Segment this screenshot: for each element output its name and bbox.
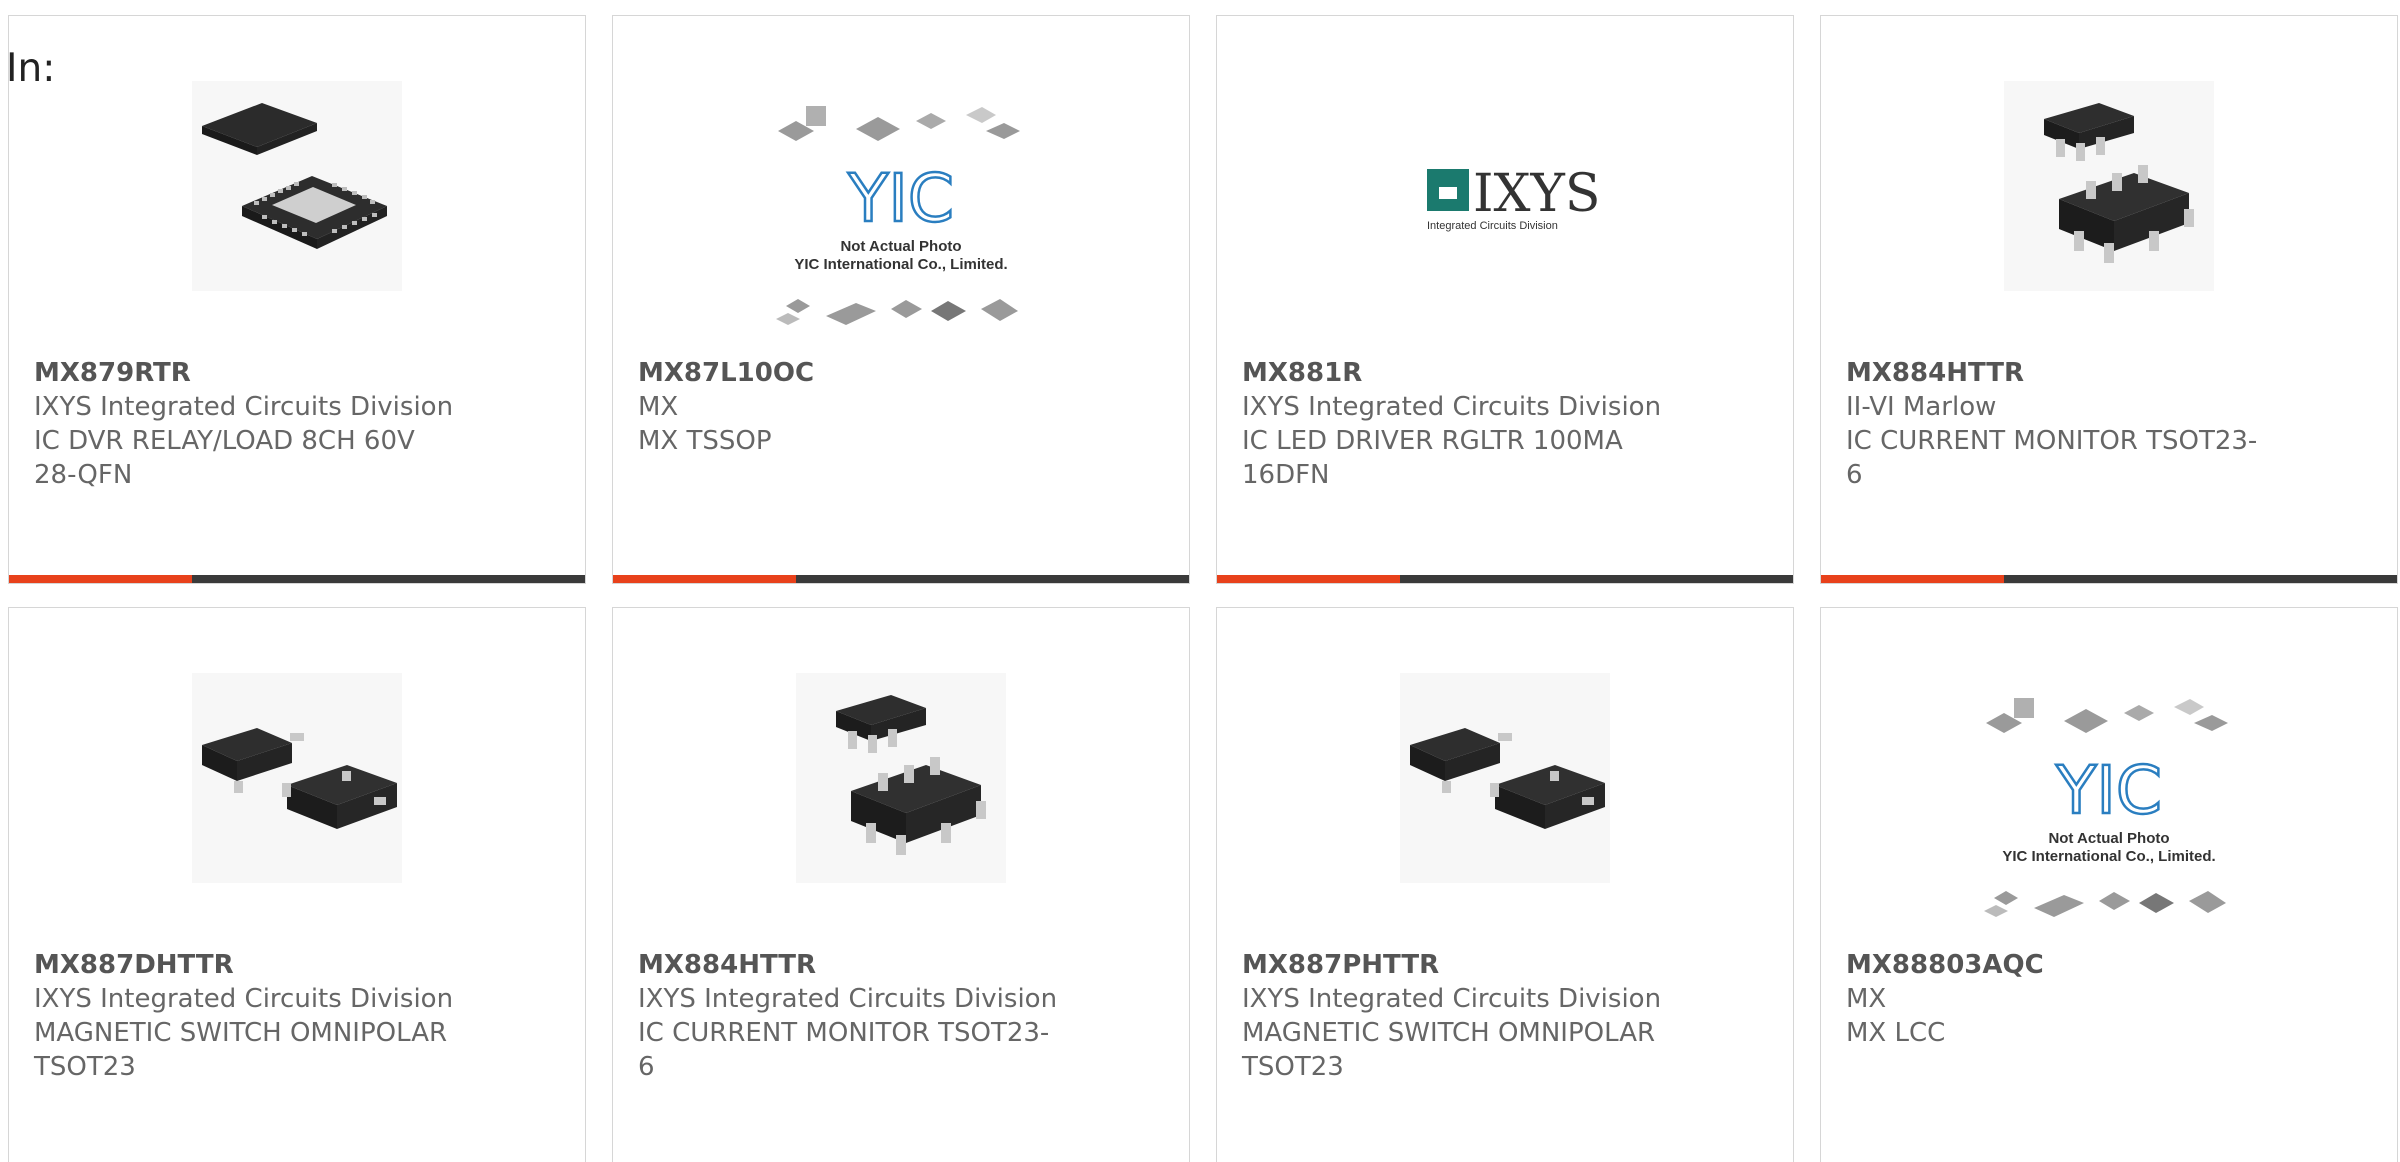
part-number[interactable]: MX887DHTTR bbox=[34, 948, 454, 982]
part-number[interactable]: MX881R bbox=[1242, 356, 1662, 390]
qfn-chip-icon bbox=[192, 81, 402, 291]
product-image[interactable] bbox=[2004, 81, 2214, 291]
manufacturer: IXYS Integrated Circuits Division bbox=[1242, 392, 1662, 422]
product-card[interactable]: YIC Not Actual Photo YIC International C… bbox=[1820, 607, 2398, 1162]
product-card[interactable]: YIC Not Actual Photo YIC International C… bbox=[612, 15, 1190, 584]
page: In: MX879RTR IXYS Integrated Circuits Di… bbox=[0, 0, 2400, 1162]
product-card[interactable]: MX887PHTTR IXYS Integrated Circuits Divi… bbox=[1216, 607, 1794, 1162]
product-image[interactable] bbox=[192, 673, 402, 883]
tsot23-6-chip-icon bbox=[2004, 81, 2214, 291]
part-number[interactable]: MX87L10OC bbox=[638, 356, 1058, 390]
description: MX LCC bbox=[1846, 1018, 1946, 1048]
manufacturer: MX bbox=[638, 392, 679, 422]
description: IC CURRENT MONITOR TSOT23-6 bbox=[1846, 426, 2258, 490]
manufacturer: IXYS Integrated Circuits Division bbox=[1242, 984, 1662, 1014]
product-image[interactable] bbox=[192, 81, 402, 291]
card-bottom-bar bbox=[1217, 575, 1793, 583]
product-info: MX881R IXYS Integrated Circuits Division… bbox=[1242, 356, 1662, 492]
product-card[interactable]: MX879RTR IXYS Integrated Circuits Divisi… bbox=[8, 15, 586, 584]
product-info: MX887DHTTR IXYS Integrated Circuits Divi… bbox=[34, 948, 454, 1084]
product-image[interactable] bbox=[796, 673, 1006, 883]
yic-logo-text: YIC bbox=[2055, 752, 2162, 829]
product-info: MX87L10OC MX MX TSSOP bbox=[638, 356, 1058, 458]
tsot23-6-chip-icon bbox=[796, 673, 1006, 883]
card-accent-bar bbox=[1217, 575, 1400, 583]
ixys-logo: IXYS Integrated Circuits Division bbox=[1427, 164, 1601, 232]
product-card[interactable]: MX884HTTR IXYS Integrated Circuits Divis… bbox=[612, 607, 1190, 1162]
part-number[interactable]: MX884HTTR bbox=[638, 948, 1058, 982]
manufacturer: IXYS Integrated Circuits Division bbox=[34, 984, 454, 1014]
card-bottom-bar bbox=[613, 575, 1189, 583]
part-number[interactable]: MX88803AQC bbox=[1846, 948, 2266, 982]
yic-placeholder-icon: YIC Not Actual Photo YIC International C… bbox=[776, 106, 1020, 325]
placeholder-line1: Not Actual Photo bbox=[2048, 830, 2169, 847]
product-image[interactable]: YIC Not Actual Photo YIC International C… bbox=[766, 101, 1036, 351]
tsot23-chip-icon bbox=[192, 673, 402, 883]
part-number[interactable]: MX879RTR bbox=[34, 356, 454, 390]
manufacturer: IXYS Integrated Circuits Division bbox=[34, 392, 454, 422]
product-info: MX884HTTR IXYS Integrated Circuits Divis… bbox=[638, 948, 1058, 1084]
card-accent-bar bbox=[9, 575, 192, 583]
card-accent-bar bbox=[1821, 575, 2004, 583]
description: MAGNETIC SWITCH OMNIPOLAR TSOT23 bbox=[34, 1018, 448, 1082]
description: IC DVR RELAY/LOAD 8CH 60V 28-QFN bbox=[34, 426, 415, 490]
placeholder-line2: YIC International Co., Limited. bbox=[794, 256, 1007, 273]
product-info: MX884HTTR II-VI Marlow IC CURRENT MONITO… bbox=[1846, 356, 2266, 492]
ixys-subtitle: Integrated Circuits Division bbox=[1427, 220, 1558, 232]
product-grid: MX879RTR IXYS Integrated Circuits Divisi… bbox=[8, 15, 2398, 1162]
product-image[interactable] bbox=[1400, 673, 1610, 883]
manufacturer: II-VI Marlow bbox=[1846, 392, 1997, 422]
product-info: MX88803AQC MX MX LCC bbox=[1846, 948, 2266, 1050]
ixys-wordmark: IXYS bbox=[1473, 164, 1601, 224]
manufacturer: IXYS Integrated Circuits Division bbox=[638, 984, 1058, 1014]
placeholder-line1: Not Actual Photo bbox=[840, 238, 961, 255]
card-bottom-bar bbox=[9, 575, 585, 583]
description: IC LED DRIVER RGLTR 100MA 16DFN bbox=[1242, 426, 1623, 490]
product-card[interactable]: MX887DHTTR IXYS Integrated Circuits Divi… bbox=[8, 607, 586, 1162]
tsot23-chip-icon bbox=[1400, 673, 1610, 883]
placeholder-line2: YIC International Co., Limited. bbox=[2002, 848, 2215, 865]
product-info: MX887PHTTR IXYS Integrated Circuits Divi… bbox=[1242, 948, 1662, 1084]
description: MX TSSOP bbox=[638, 426, 772, 456]
product-card[interactable]: IXYS Integrated Circuits Division MX881R… bbox=[1216, 15, 1794, 584]
description: IC CURRENT MONITOR TSOT23-6 bbox=[638, 1018, 1050, 1082]
yic-placeholder-icon: YIC Not Actual Photo YIC International C… bbox=[1984, 698, 2228, 917]
filter-label: In: bbox=[6, 46, 56, 91]
manufacturer: MX bbox=[1846, 984, 1887, 1014]
yic-logo-text: YIC bbox=[847, 160, 954, 237]
card-bottom-bar bbox=[1821, 575, 2397, 583]
card-accent-bar bbox=[613, 575, 796, 583]
product-image[interactable]: YIC Not Actual Photo YIC International C… bbox=[1974, 693, 2244, 943]
product-info: MX879RTR IXYS Integrated Circuits Divisi… bbox=[34, 356, 454, 492]
part-number[interactable]: MX884HTTR bbox=[1846, 356, 2266, 390]
product-image[interactable]: IXYS Integrated Circuits Division bbox=[1385, 81, 1625, 291]
description: MAGNETIC SWITCH OMNIPOLAR TSOT23 bbox=[1242, 1018, 1656, 1082]
product-card[interactable]: MX884HTTR II-VI Marlow IC CURRENT MONITO… bbox=[1820, 15, 2398, 584]
part-number[interactable]: MX887PHTTR bbox=[1242, 948, 1662, 982]
